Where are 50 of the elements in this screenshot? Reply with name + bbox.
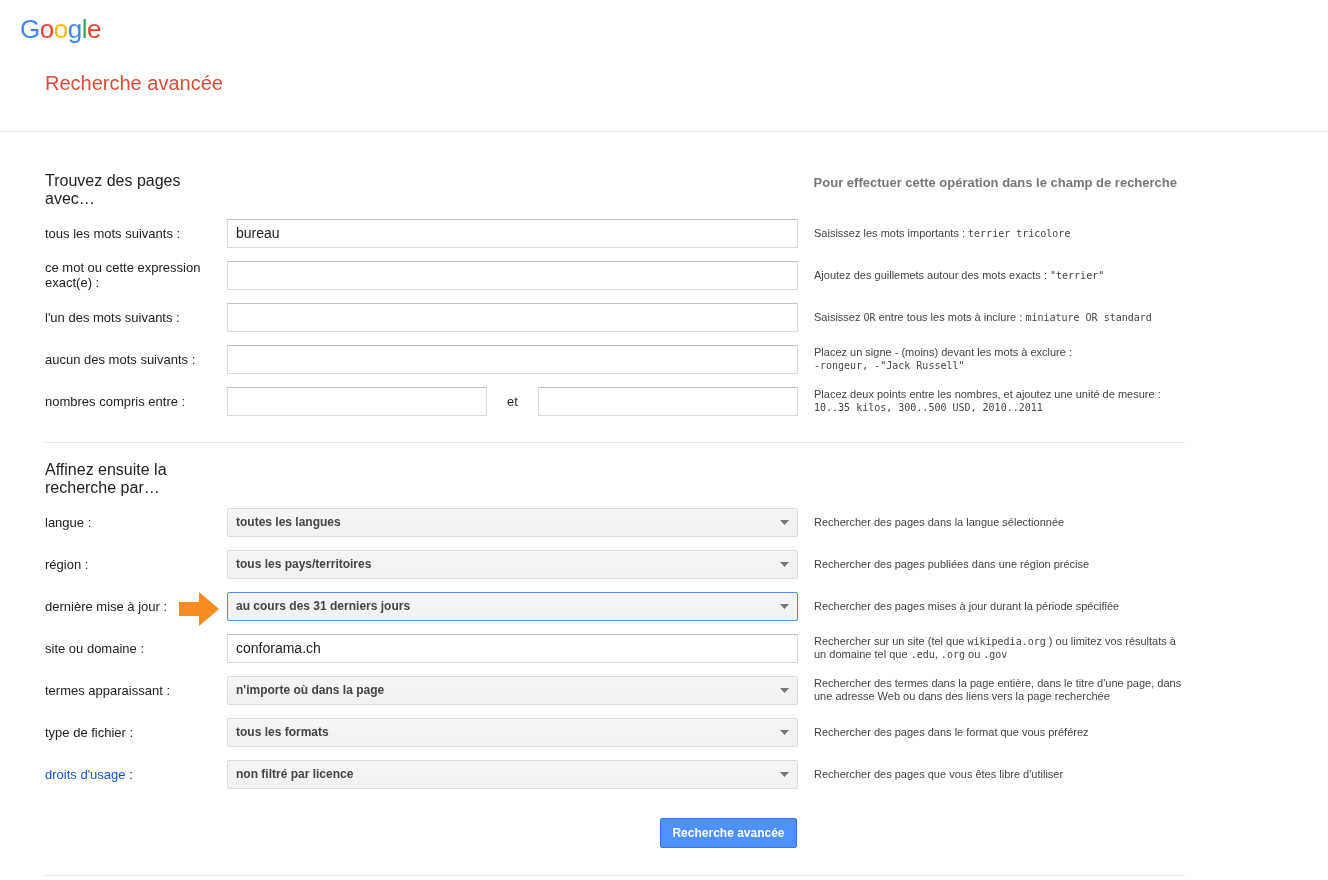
dropdown[interactable]: toutes les langues [227,507,798,537]
column-heading: Pour effectuer cette opération dans le champ de recherche [813,175,1177,190]
hint-text: Rechercher sur un site (tel que wikipedia.org ) ou limitez vos résultats à un domaine tel que .edu, .org ou .gov [814,635,1177,661]
hint-text: Rechercher des termes dans la page entière, dans le titre d'une page, dans une adresse Web ou dans des liens vers la page recherchée [814,677,1183,703]
field-label: ce mot ou cette expression exact(e) : [45,260,202,290]
hint-text: Placez deux points entre les nombres, et ajoutez une unité de mesure : 10..35 kilos, 300..500 USD, 2010..2011 [814,388,1162,414]
section-heading: Affinez ensuite la recherche par… [45,461,168,497]
field-label: l'un des mots suivants : [45,309,181,325]
field-label: aucun des mots suivants : [45,351,197,367]
field-label: langue : [45,514,93,530]
hint-text: Ajoutez des guillemets autour des mots exacts : "terrier" [814,268,1106,282]
field-label: tous les mots suivants : [45,225,182,241]
text-field[interactable] [227,260,798,290]
field-label: dernière mise à jour : [45,598,169,614]
caret-icon [780,519,789,525]
hint-text: Rechercher des pages dans le format que vous préférez [814,725,1090,739]
caret-icon [780,687,789,693]
dropdown[interactable]: au cours des 31 derniers jours [227,591,798,621]
field-label: site ou domaine : [45,640,145,656]
dropdown[interactable]: tous les formats [227,717,798,747]
hint-text: Rechercher des pages mises à jour durant la période spécifiée [814,599,1121,613]
caret-icon [780,729,789,735]
label-colon: : [128,766,133,782]
logo[interactable]: Google [20,14,101,45]
field-label: type de fichier : [45,724,135,740]
text-field[interactable]: conforama.ch [227,633,798,663]
dropdown[interactable]: n'importe où dans la page [227,675,798,705]
dropdown[interactable]: non filtré par licence [227,759,798,789]
hint-text: Saisissez les mots importants : terrier tricolore [814,226,1072,240]
section-heading: Trouvez des pages avec… [45,172,182,208]
hint-text: Rechercher des pages publiées dans une région précise [814,557,1091,571]
field-label: région : [45,556,90,572]
page-title: Recherche avancée [45,72,223,95]
caret-icon [780,771,789,777]
field-label: termes apparaissant : [45,682,171,698]
hint-text: Saisissez OR entre tous les mots à inclure : miniature OR standard [814,310,1153,324]
hint-text: Placez un signe - (moins) devant les mots à exclure : -rongeur, -"Jack Russell" [814,346,1073,372]
text-field[interactable] [227,344,798,374]
usage-rights-link[interactable]: droits d'usage [45,766,126,782]
field-label: nombres compris entre : [45,393,187,409]
number-field[interactable] [538,386,798,416]
text-field[interactable]: bureau [227,218,798,248]
dropdown[interactable]: tous les pays/territoires [227,549,798,579]
caret-icon [780,603,789,609]
hint-text: Rechercher des pages que vous êtes libre d'utiliser [814,767,1065,781]
text-field[interactable] [227,302,798,332]
caret-icon [780,561,789,567]
hint-text: Rechercher des pages dans la langue sélectionnée [814,515,1066,529]
number-field[interactable] [227,386,487,416]
range-separator: et [506,393,519,409]
